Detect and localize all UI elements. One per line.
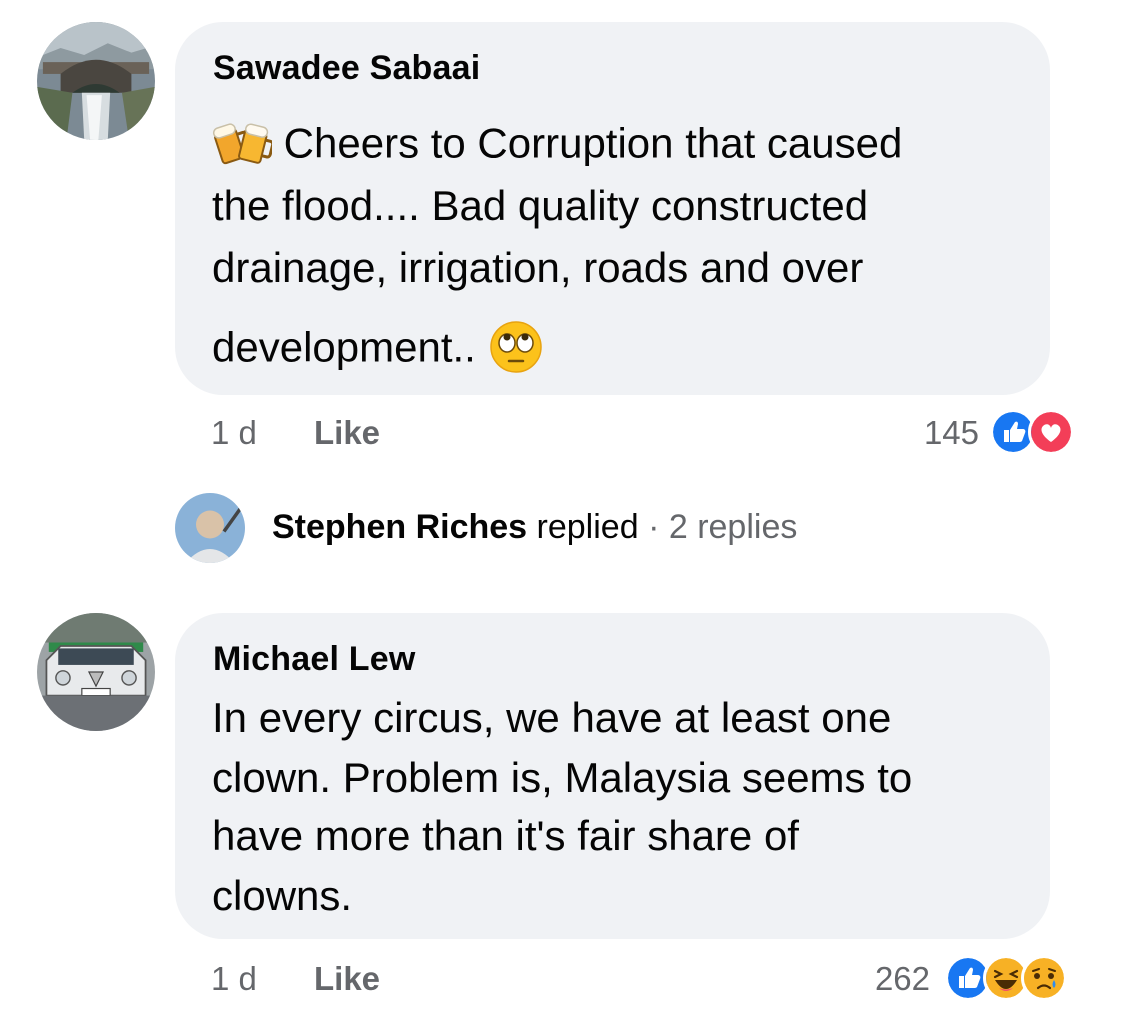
love-reaction-icon [1028,409,1074,455]
reply-verb: replied [536,508,639,546]
comment-text: In every circus, we have at least one [212,694,892,741]
comment-text: drainage, irrigation, roads and over [212,244,864,291]
separator-dot: · [648,508,660,546]
reactions-summary[interactable] [945,955,1067,1001]
comment-text-line: Cheers to Corruption that caused [212,117,902,176]
comment-timestamp[interactable]: 1 d [211,960,257,998]
avatar-michael-lew[interactable] [37,613,155,731]
comment-text: have more than it's fair share of [212,812,799,859]
comment-bubble: Michael Lew In every circus, we have at … [175,613,1050,939]
comment-bubble: Sawadee Sabaai Cheers to Corruption that… [175,22,1050,395]
view-replies-link[interactable]: Stephen Riches replied · 2 replies [272,508,797,547]
like-button[interactable]: Like [314,414,380,452]
comment-author[interactable]: Sawadee Sabaai [213,49,480,88]
reactions-summary[interactable] [990,409,1074,455]
reaction-count[interactable]: 145 [924,414,979,452]
comment-author[interactable]: Michael Lew [213,640,415,679]
comment-text: clown. Problem is, Malaysia seems to [212,754,913,801]
sad-reaction-icon [1021,955,1067,1001]
beer-mugs-icon [212,117,275,176]
avatar-sawadee-sabaai[interactable] [37,22,155,140]
comment-text: clowns. [212,872,353,919]
avatar-stephen-riches[interactable] [175,493,245,563]
eye-roll-icon [488,319,544,382]
comment-text-line: development.. [212,319,544,382]
replier-name[interactable]: Stephen Riches [272,508,527,546]
like-button[interactable]: Like [314,960,380,998]
comment-text: the flood.... Bad quality constructed [212,182,869,229]
comment-text: development.. [212,323,476,371]
reaction-count[interactable]: 262 [875,960,930,998]
comment-text: Cheers to Corruption that caused [283,119,903,167]
reply-count[interactable]: 2 replies [669,508,798,546]
comment-timestamp[interactable]: 1 d [211,414,257,452]
